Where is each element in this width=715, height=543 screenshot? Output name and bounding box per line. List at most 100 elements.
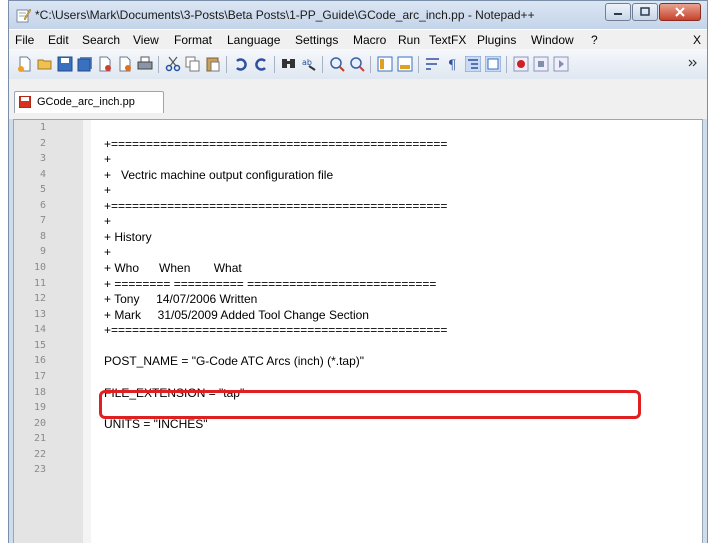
editor-line[interactable]: 3 + [14, 151, 702, 167]
editor-line[interactable]: 17 [14, 369, 702, 385]
copy-icon[interactable] [185, 56, 201, 72]
text-editor[interactable]: 1 2 +=====================================… [13, 119, 703, 543]
title-bar[interactable]: *C:\Users\Mark\Documents\3-Posts\Beta Po… [9, 1, 707, 29]
show-all-chars-icon[interactable]: ¶ [445, 56, 461, 72]
word-wrap-icon[interactable] [425, 56, 441, 72]
new-file-icon[interactable] [17, 56, 33, 72]
line-text[interactable]: POST_NAME = "G-Code ATC Arcs (inch) (*.t… [104, 354, 364, 368]
tab-label: GCode_arc_inch.pp [37, 96, 135, 108]
line-number: 9 [39, 246, 46, 258]
line-text[interactable]: + Vectric machine output configuration f… [104, 168, 333, 182]
editor-line[interactable]: 2 +======================================… [14, 136, 702, 152]
notepad-app-icon [16, 8, 31, 23]
line-number: 7 [39, 215, 46, 227]
editor-line[interactable]: 15 [14, 338, 702, 354]
editor-line[interactable]: 21 [14, 431, 702, 447]
replace-icon[interactable]: ab [301, 56, 317, 72]
editor-line[interactable]: 13 + Mark 31/05/2009 Added Tool Change Se… [14, 307, 702, 323]
editor-line[interactable]: 5 + [14, 182, 702, 198]
close-window-button[interactable] [659, 3, 701, 21]
menu-window[interactable]: Window [531, 33, 574, 47]
menu-search[interactable]: Search [82, 33, 120, 47]
doc-map-icon[interactable] [485, 56, 501, 72]
line-number: 8 [39, 230, 46, 242]
line-text[interactable]: + Tony 14/07/2006 Written [104, 292, 257, 306]
editor-line[interactable]: 14 +=====================================… [14, 322, 702, 338]
editor-line[interactable]: 1 [14, 120, 702, 136]
redo-icon[interactable] [253, 56, 269, 72]
menu-plugins[interactable]: Plugins [477, 33, 516, 47]
open-file-icon[interactable] [37, 56, 53, 72]
line-text[interactable]: + [104, 214, 111, 228]
line-text[interactable]: + History [104, 230, 152, 244]
line-number: 3 [39, 153, 46, 165]
editor-line[interactable]: 19 [14, 400, 702, 416]
close-all-icon[interactable] [117, 56, 133, 72]
zoom-out-icon[interactable] [349, 56, 365, 72]
line-text[interactable]: +=======================================… [104, 323, 447, 337]
play-macro-icon[interactable] [553, 56, 569, 72]
editor-line[interactable]: 20 UNITS = "INCHES" [14, 416, 702, 432]
indent-guide-icon[interactable] [465, 56, 481, 72]
line-number: 4 [39, 168, 46, 180]
line-number: 11 [33, 277, 46, 289]
menu-help[interactable]: ? [591, 33, 598, 47]
line-text[interactable]: + [104, 245, 111, 259]
line-number: 23 [33, 464, 46, 476]
maximize-icon [640, 7, 650, 16]
menu-file[interactable]: File [15, 33, 34, 47]
editor-line[interactable]: 23 [14, 462, 702, 478]
record-macro-icon[interactable] [513, 56, 529, 72]
line-text[interactable]: + [104, 152, 111, 166]
menu-run[interactable]: Run [398, 33, 420, 47]
find-icon[interactable] [281, 56, 297, 72]
editor-line[interactable]: 6 +======================================… [14, 198, 702, 214]
tab-gcode-arc-inch[interactable]: GCode_arc_inch.pp [14, 91, 164, 113]
menu-view[interactable]: View [133, 33, 159, 47]
stop-macro-icon[interactable] [533, 56, 549, 72]
line-text[interactable]: + ======== ========== ==================… [104, 277, 436, 291]
minimize-button[interactable] [605, 3, 631, 21]
editor-line[interactable]: 22 [14, 447, 702, 463]
unsaved-file-icon [19, 96, 31, 108]
toolbar-overflow-icon[interactable] [687, 56, 699, 72]
line-text[interactable]: UNITS = "INCHES" [104, 417, 208, 431]
sync-horizontal-icon[interactable] [397, 56, 413, 72]
svg-text:ab: ab [302, 58, 312, 67]
line-number: 13 [33, 308, 46, 320]
editor-line[interactable]: 10 + Who When What [14, 260, 702, 276]
paste-icon[interactable] [205, 56, 221, 72]
menu-close-document[interactable]: X [693, 33, 701, 47]
editor-line[interactable]: 11 + ======== ========== ================… [14, 276, 702, 292]
line-number: 2 [39, 137, 46, 149]
undo-icon[interactable] [233, 56, 249, 72]
menu-format[interactable]: Format [174, 33, 212, 47]
line-text[interactable]: FILE_EXTENSION = "tap" [104, 386, 244, 400]
editor-line[interactable]: 12 + Tony 14/07/2006 Written [14, 291, 702, 307]
line-text[interactable]: +=======================================… [104, 137, 447, 151]
editor-line[interactable]: 18 FILE_EXTENSION = "tap" [14, 385, 702, 401]
sync-vertical-icon[interactable] [377, 56, 393, 72]
line-text[interactable]: + Who When What [104, 261, 242, 275]
editor-line[interactable]: 7 + [14, 213, 702, 229]
line-text[interactable]: + Mark 31/05/2009 Added Tool Change Sect… [104, 308, 369, 322]
print-icon[interactable] [137, 56, 153, 72]
menu-settings[interactable]: Settings [295, 33, 338, 47]
editor-line[interactable]: 9 + [14, 244, 702, 260]
zoom-in-icon[interactable] [329, 56, 345, 72]
cut-icon[interactable] [165, 56, 181, 72]
save-icon[interactable] [57, 56, 73, 72]
editor-line[interactable]: 16 POST_NAME = "G-Code ATC Arcs (inch) (*… [14, 353, 702, 369]
menu-macro[interactable]: Macro [353, 33, 386, 47]
maximize-button[interactable] [632, 3, 658, 21]
line-number: 22 [33, 448, 46, 460]
line-text[interactable]: + [104, 183, 111, 197]
save-all-icon[interactable] [77, 56, 93, 72]
menu-textfx[interactable]: TextFX [429, 33, 466, 47]
menu-language[interactable]: Language [227, 33, 280, 47]
menu-edit[interactable]: Edit [48, 33, 69, 47]
close-file-icon[interactable] [97, 56, 113, 72]
editor-line[interactable]: 8 + History [14, 229, 702, 245]
editor-line[interactable]: 4 + Vectric machine output configuration … [14, 167, 702, 183]
line-text[interactable]: +=======================================… [104, 199, 447, 213]
